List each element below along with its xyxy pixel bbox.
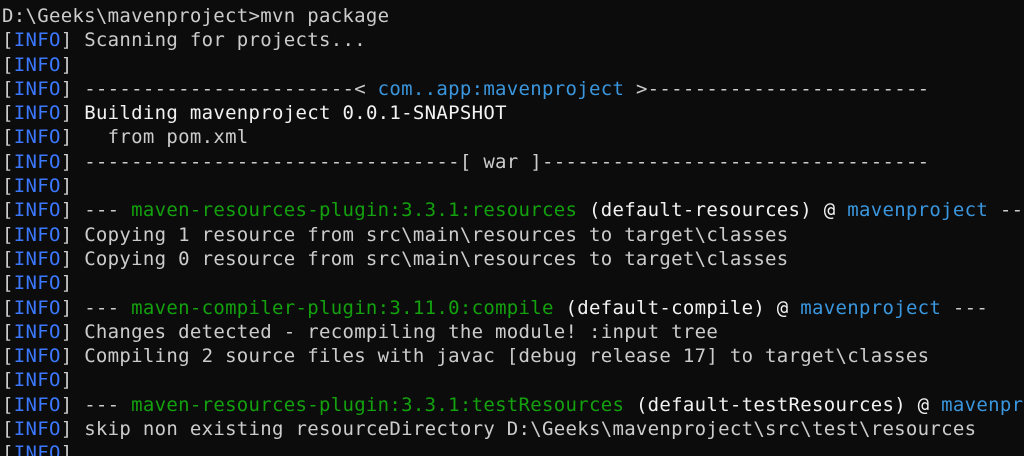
info-tag: INFO bbox=[13, 320, 61, 343]
log-text: ] bbox=[60, 102, 85, 125]
log-line: [INFO] Compiling 2 source files with jav… bbox=[2, 344, 1024, 368]
log-text: [ bbox=[2, 369, 14, 392]
log-text: ] bbox=[60, 175, 73, 198]
log-text: ] Copying 0 resource from src\main\resou… bbox=[60, 247, 789, 270]
log-text: [ bbox=[2, 126, 14, 149]
info-tag: INFO bbox=[13, 272, 61, 295]
command-prompt-line: D:\Geeks\mavenproject>mvn package bbox=[2, 4, 1024, 28]
terminal-window[interactable]: D:\Geeks\mavenproject>mvn package [INFO] … bbox=[0, 0, 1024, 456]
log-line: [INFO] Copying 1 resource from src\main\… bbox=[2, 223, 1024, 247]
log-text: --- bbox=[999, 199, 1024, 222]
log-text: ] --- bbox=[60, 199, 132, 222]
log-text: ] skip non existing resourceDirectory D:… bbox=[60, 418, 977, 441]
log-text: [ bbox=[2, 199, 14, 222]
goal-execution-text: (default-testResources) @ bbox=[624, 393, 942, 416]
info-tag: INFO bbox=[13, 442, 61, 456]
goal-execution-text: Building mavenproject 0.0.1-SNAPSHOT bbox=[84, 102, 507, 125]
log-text: >------------------------ bbox=[624, 77, 930, 100]
log-line: [INFO] --- maven-resources-plugin:3.3.1:… bbox=[2, 198, 1024, 222]
log-text: ] Scanning for projects... bbox=[60, 29, 366, 52]
goal-execution-text: (default-resources) @ bbox=[577, 199, 848, 222]
log-text: --- bbox=[941, 296, 989, 319]
log-text: [ bbox=[2, 296, 14, 319]
info-tag: INFO bbox=[13, 393, 61, 416]
log-text: ] bbox=[60, 442, 73, 456]
project-name: mavenproject bbox=[941, 393, 1024, 416]
plugin-goal: maven-resources-plugin:3.3.1:testResourc… bbox=[131, 393, 625, 416]
log-text: [ bbox=[2, 320, 14, 343]
log-text: [ bbox=[2, 77, 14, 100]
log-text: ] bbox=[60, 53, 73, 76]
log-line: [INFO] Building mavenproject 0.0.1-SNAPS… bbox=[2, 101, 1024, 125]
log-line: [INFO] -----------------------< com..app… bbox=[2, 77, 1024, 101]
log-text: ] --- bbox=[60, 393, 132, 416]
log-line: [INFO] skip non existing resourceDirecto… bbox=[2, 417, 1024, 441]
log-line: [INFO] bbox=[2, 271, 1024, 295]
log-text: [ bbox=[2, 29, 14, 52]
log-text: ] -----------------------< bbox=[60, 77, 378, 100]
log-text: ] Changes detected - recompiling the mod… bbox=[60, 320, 719, 343]
project-name: mavenproject bbox=[847, 199, 989, 222]
info-tag: INFO bbox=[13, 418, 61, 441]
log-line: [INFO] Copying 0 resource from src\main\… bbox=[2, 247, 1024, 271]
goal-execution-text: (default-compile) @ bbox=[553, 296, 801, 319]
log-line: [INFO] bbox=[2, 368, 1024, 392]
info-tag: INFO bbox=[13, 77, 61, 100]
info-tag: INFO bbox=[13, 150, 61, 173]
plugin-goal: maven-resources-plugin:3.3.1:resources bbox=[131, 199, 578, 222]
log-text: [ bbox=[2, 393, 14, 416]
info-tag: INFO bbox=[13, 345, 61, 368]
log-text: ] bbox=[60, 369, 73, 392]
info-tag: INFO bbox=[13, 126, 61, 149]
info-tag: INFO bbox=[13, 296, 61, 319]
log-text: [ bbox=[2, 53, 14, 76]
project-name: com..app:mavenproject bbox=[377, 77, 625, 100]
info-tag: INFO bbox=[13, 223, 61, 246]
log-line: [INFO] bbox=[2, 53, 1024, 77]
info-tag: INFO bbox=[13, 369, 61, 392]
project-name: mavenproject bbox=[800, 296, 942, 319]
log-text: ] --- bbox=[60, 296, 132, 319]
log-text: [ bbox=[2, 272, 14, 295]
info-tag: INFO bbox=[13, 175, 61, 198]
log-text: [ bbox=[2, 223, 14, 246]
log-text: [ bbox=[2, 150, 14, 173]
plugin-goal: maven-compiler-plugin:3.11.0:compile bbox=[131, 296, 554, 319]
log-text: ] --------------------------------[ war … bbox=[60, 150, 930, 173]
log-text: ] from pom.xml bbox=[60, 126, 249, 149]
log-line: [INFO] Changes detected - recompiling th… bbox=[2, 320, 1024, 344]
log-text: [ bbox=[2, 175, 14, 198]
info-tag: INFO bbox=[13, 199, 61, 222]
log-text: [ bbox=[2, 345, 14, 368]
log-line: [INFO] --- maven-resources-plugin:3.3.1:… bbox=[2, 393, 1024, 417]
log-text: [ bbox=[2, 442, 14, 456]
terminal-output: D:\Geeks\mavenproject>mvn package [INFO] … bbox=[2, 4, 1024, 456]
info-tag: INFO bbox=[13, 53, 61, 76]
log-text: ] Compiling 2 source files with javac [d… bbox=[60, 345, 930, 368]
command-text: D:\Geeks\mavenproject>mvn package bbox=[2, 5, 390, 27]
log-line: [INFO] bbox=[2, 441, 1024, 456]
log-text: ] Copying 1 resource from src\main\resou… bbox=[60, 223, 789, 246]
log-line: [INFO] bbox=[2, 174, 1024, 198]
log-text: [ bbox=[2, 418, 14, 441]
log-line: [INFO] --- maven-compiler-plugin:3.11.0:… bbox=[2, 296, 1024, 320]
info-tag: INFO bbox=[13, 102, 61, 125]
log-text: [ bbox=[2, 102, 14, 125]
log-line: [INFO] --------------------------------[… bbox=[2, 150, 1024, 174]
info-tag: INFO bbox=[13, 29, 61, 52]
info-tag: INFO bbox=[13, 247, 61, 270]
log-text: [ bbox=[2, 247, 14, 270]
log-line: [INFO] from pom.xml bbox=[2, 125, 1024, 149]
log-line: [INFO] Scanning for projects... bbox=[2, 28, 1024, 52]
log-text: ] bbox=[60, 272, 73, 295]
